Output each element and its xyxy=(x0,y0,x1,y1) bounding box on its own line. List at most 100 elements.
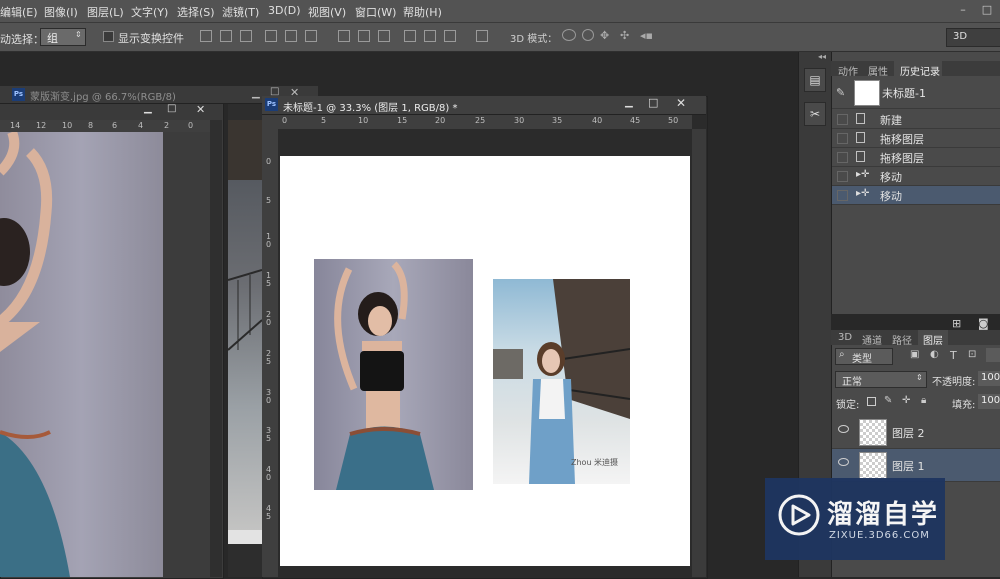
image-filter-icon[interactable]: ▣ xyxy=(910,349,919,360)
distribute-vcenter-icon[interactable] xyxy=(358,30,370,42)
tab-actions[interactable]: 动作 xyxy=(838,63,858,78)
blend-mode-dropdown[interactable]: 正常 ⇕ xyxy=(835,371,927,388)
ruler-tick: 0 xyxy=(188,121,194,130)
visibility-eye-icon[interactable] xyxy=(838,425,849,433)
menu-image[interactable]: 图像(I) xyxy=(44,4,78,20)
roll-3d-icon[interactable] xyxy=(582,29,594,41)
front-doc-title[interactable]: 未标题-1 @ 33.3% (图层 1, RGB/8) * xyxy=(283,99,457,114)
tab-layers-active[interactable]: 图层 xyxy=(918,330,948,347)
history-checkbox[interactable] xyxy=(837,171,848,182)
front-close-icon[interactable]: ✕ xyxy=(676,96,686,110)
tab-properties[interactable]: 属性 xyxy=(868,63,888,78)
history-item[interactable]: 新建 xyxy=(832,110,1000,129)
back-close-icon[interactable]: ✕ xyxy=(196,103,205,116)
menu-select[interactable]: 选择(S) xyxy=(177,4,215,20)
photo-signature: Zhou 米迪摄 xyxy=(571,458,619,467)
snapshot-thumbnail xyxy=(854,80,880,106)
menu-help[interactable]: 帮助(H) xyxy=(403,4,442,20)
tab-history-active[interactable]: 历史记录 xyxy=(894,61,942,78)
layer-name[interactable]: 图层 1 xyxy=(892,458,925,474)
camera-icon[interactable]: ◙ xyxy=(978,317,989,330)
menu-window[interactable]: 窗口(W) xyxy=(355,4,396,20)
history-item-selected[interactable]: ▸✛ 移动 xyxy=(832,186,1000,205)
align-hcenter-icon[interactable] xyxy=(285,30,297,42)
watermark-brand: 溜溜自学 xyxy=(827,500,940,530)
menu-view[interactable]: 视图(V) xyxy=(308,4,346,20)
slide-3d-icon[interactable]: ✣ xyxy=(620,29,629,42)
visibility-eye-icon[interactable] xyxy=(838,458,849,466)
minimize-button[interactable]: – xyxy=(956,3,970,17)
rotate-3d-icon[interactable] xyxy=(562,29,576,41)
menu-3d[interactable]: 3D(D) xyxy=(268,4,301,17)
menu-edit[interactable]: 编辑(E) xyxy=(0,4,38,20)
history-checkbox[interactable] xyxy=(837,190,848,201)
maximize-button[interactable]: □ xyxy=(980,3,994,17)
distribute-hcenter-icon[interactable] xyxy=(424,30,436,42)
menu-bar: 编辑(E) 图像(I) 图层(L) 文字(Y) 选择(S) 滤镜(T) 3D(D… xyxy=(0,0,1000,23)
show-transform-checkbox[interactable] xyxy=(103,31,114,42)
distribute-top-icon[interactable] xyxy=(338,30,350,42)
menu-filter[interactable]: 滤镜(T) xyxy=(222,4,259,20)
align-vcenter-icon[interactable] xyxy=(220,30,232,42)
history-item[interactable]: 拖移图层 xyxy=(832,148,1000,167)
menu-layer[interactable]: 图层(L) xyxy=(87,4,124,20)
ruler-tick: 35 xyxy=(552,116,563,125)
history-checkbox[interactable] xyxy=(837,133,848,144)
back-doc-title[interactable]: 蒙版渐变.jpg @ 66.7%(RGB/8) xyxy=(30,88,176,103)
lock-transparency-icon[interactable] xyxy=(867,397,876,406)
align-left-icon[interactable] xyxy=(265,30,277,42)
back-tab-minimize-icon[interactable]: ▁ xyxy=(252,88,260,99)
align-bottom-icon[interactable] xyxy=(240,30,252,42)
auto-select-dropdown[interactable]: 组 ⇕ xyxy=(40,28,86,46)
smart-filter-icon[interactable] xyxy=(986,348,1000,362)
tab-3d[interactable]: 3D xyxy=(838,332,852,343)
tools-panel-icon[interactable]: ✂ xyxy=(804,102,826,126)
distribute-left-icon[interactable] xyxy=(404,30,416,42)
workspace-dropdown[interactable]: 3D xyxy=(946,28,1000,47)
fill-input[interactable]: 100% xyxy=(978,394,1000,409)
history-item[interactable]: ▸✛ 移动 xyxy=(832,167,1000,186)
ruler-tick: 1 0 xyxy=(266,232,272,249)
lock-position-icon[interactable]: ✛ xyxy=(902,395,910,406)
history-checkbox[interactable] xyxy=(837,114,848,125)
new-document-icon[interactable]: ⊞ xyxy=(952,317,961,330)
type-filter-icon[interactable]: T xyxy=(950,349,957,362)
scale-3d-icon[interactable]: ◂▪ xyxy=(640,29,653,42)
ruler-tick: 45 xyxy=(630,116,641,125)
tab-channels[interactable]: 通道 xyxy=(862,332,882,347)
layer-photo-dancer[interactable] xyxy=(314,259,473,490)
distribute-bottom-icon[interactable] xyxy=(378,30,390,42)
collapse-arrows-icon[interactable]: ◂◂ xyxy=(818,52,826,61)
back-minimize-icon[interactable]: ▁ xyxy=(144,103,152,114)
front-scrollbar[interactable] xyxy=(692,129,706,577)
tab-paths[interactable]: 路径 xyxy=(892,332,912,347)
ruler-tick: 50 xyxy=(668,116,679,125)
front-minimize-icon[interactable]: ▁ xyxy=(625,97,633,108)
back-maximize-icon[interactable]: □ xyxy=(167,103,176,114)
move-tool-icon: ▸✛ xyxy=(856,188,870,199)
adjustment-filter-icon[interactable]: ◐ xyxy=(930,349,939,360)
layer-photo-street[interactable]: Zhou 米迪摄 xyxy=(493,279,630,484)
history-snapshot[interactable]: ✎ 未标题-1 xyxy=(832,78,1000,109)
history-checkbox[interactable] xyxy=(837,152,848,163)
layer-filter-dropdown[interactable]: ⌕ 类型 xyxy=(835,348,893,365)
history-panel-icon[interactable]: ▤ xyxy=(804,68,826,92)
align-right-icon[interactable] xyxy=(305,30,317,42)
back-scrollbar[interactable] xyxy=(210,120,222,577)
history-item[interactable]: 拖移图层 xyxy=(832,129,1000,148)
layer-row[interactable]: 图层 2 xyxy=(832,416,1000,449)
history-brush-icon: ✎ xyxy=(836,86,846,99)
auto-align-icon[interactable] xyxy=(476,30,488,42)
layer-name[interactable]: 图层 2 xyxy=(892,425,925,441)
menu-type[interactable]: 文字(Y) xyxy=(131,4,168,20)
distribute-right-icon[interactable] xyxy=(444,30,456,42)
drag-3d-icon[interactable]: ✥ xyxy=(600,29,609,42)
front-maximize-icon[interactable]: □ xyxy=(648,96,658,109)
ruler-tick: 4 5 xyxy=(266,504,272,521)
align-top-icon[interactable] xyxy=(200,30,212,42)
shape-filter-icon[interactable]: ⊡ xyxy=(968,349,976,360)
opacity-input[interactable]: 100% xyxy=(978,371,1000,386)
history-item-label: 拖移图层 xyxy=(880,152,924,165)
lock-pixels-icon[interactable]: ✎ xyxy=(884,395,892,406)
lock-all-icon[interactable]: 🔒︎ xyxy=(921,395,926,406)
